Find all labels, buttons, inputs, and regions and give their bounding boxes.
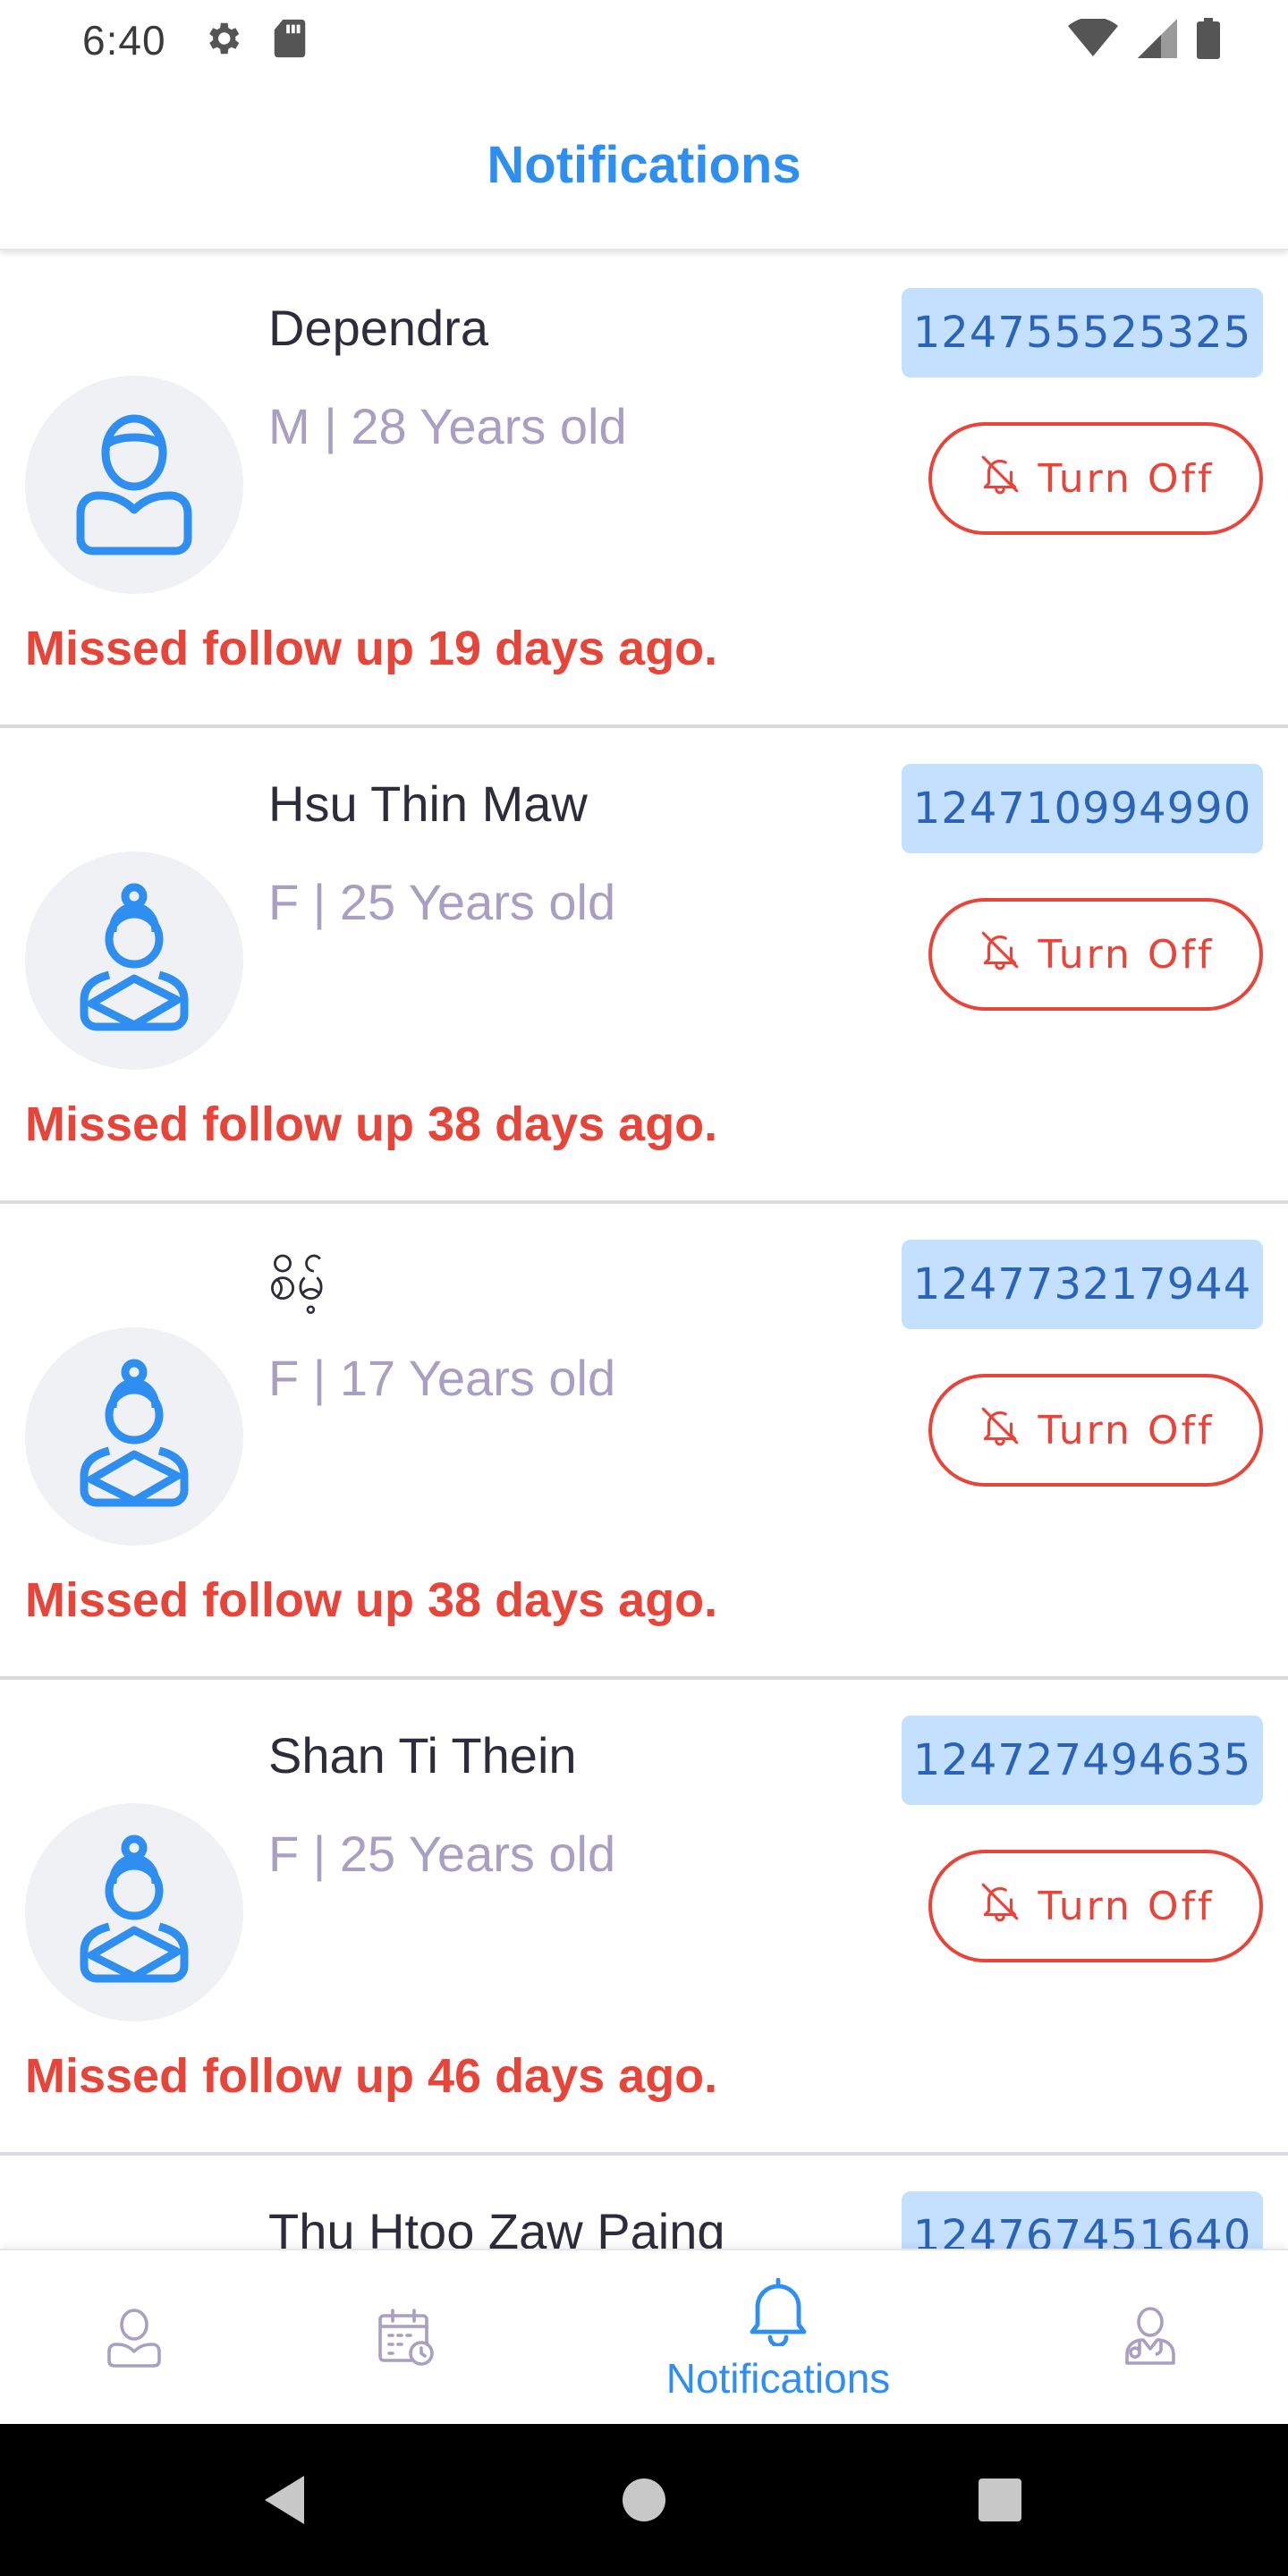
patients-icon — [106, 2305, 163, 2372]
patient-id-badge: 124755525325 — [902, 288, 1263, 377]
app-bar: Notifications — [0, 80, 1288, 250]
calendar-icon — [375, 2305, 437, 2372]
patient-id-badge: 124727494635 — [902, 1716, 1263, 1805]
notification-card[interactable]: စိမ့် F | 17 Years old 124773217944 Turn… — [0, 1204, 1288, 1680]
notification-list[interactable]: Dependra M | 28 Years old 124755525325 T… — [0, 252, 1288, 2249]
notification-card[interactable]: Hsu Thin Maw F | 25 Years old 1247109949… — [0, 728, 1288, 1204]
male-patient-icon — [25, 376, 243, 594]
notification-card[interactable]: Dependra M | 28 Years old 124755525325 T… — [0, 252, 1288, 728]
female-patient-icon — [25, 852, 243, 1070]
female-patient-icon — [25, 1327, 243, 1546]
notification-card[interactable]: Thu Htoo Zaw Paing 124767451640 — [0, 2156, 1288, 2249]
missed-follow-up-text: Missed follow up 19 days ago. — [25, 622, 718, 675]
doctor-icon — [1120, 2304, 1181, 2373]
patient-info: F | 25 Years old — [268, 1826, 616, 1882]
patient-name: Hsu Thin Maw — [268, 775, 588, 832]
status-time: 6:40 — [82, 17, 166, 64]
gear-icon — [202, 18, 243, 64]
notifications-screen: 6:40 Notifications Dependra M | 28 Years… — [0, 0, 1288, 2576]
patient-id-badge: 124767451640 — [902, 2191, 1263, 2249]
sd-card-icon — [272, 18, 308, 64]
system-nav-bar — [0, 2424, 1288, 2576]
bell-icon — [743, 2275, 813, 2351]
patient-name: Shan Ti Thein — [268, 1727, 577, 1784]
bell-off-icon — [978, 928, 1022, 982]
patient-info: F | 17 Years old — [268, 1350, 616, 1406]
turn-off-label: Turn Off — [1038, 1883, 1215, 1929]
patient-name: Thu Htoo Zaw Paing — [268, 2203, 725, 2249]
battery-icon — [1197, 17, 1220, 64]
patient-name: စိမ့် — [268, 1253, 326, 1309]
turn-off-label: Turn Off — [1038, 1407, 1215, 1453]
nav-doctor[interactable] — [1097, 2250, 1204, 2426]
nav-notifications-label: Notifications — [665, 2354, 891, 2402]
back-icon[interactable] — [233, 2424, 340, 2576]
patient-info: F | 25 Years old — [268, 874, 616, 930]
bottom-nav: Notifications — [0, 2249, 1288, 2424]
female-patient-icon — [25, 1803, 243, 2021]
bell-off-icon — [978, 1879, 1022, 1934]
wifi-icon — [1068, 16, 1118, 63]
patient-id-badge: 124710994990 — [902, 764, 1263, 853]
nav-calendar[interactable] — [352, 2250, 460, 2426]
turn-off-button[interactable]: Turn Off — [928, 898, 1263, 1011]
missed-follow-up-text: Missed follow up 46 days ago. — [25, 2049, 718, 2103]
missed-follow-up-text: Missed follow up 38 days ago. — [25, 1097, 718, 1151]
turn-off-button[interactable]: Turn Off — [928, 422, 1263, 535]
signal-icon — [1138, 18, 1177, 63]
nav-notifications[interactable]: Notifications — [644, 2250, 912, 2426]
status-bar: 6:40 — [0, 0, 1288, 80]
patient-name: Dependra — [268, 300, 488, 356]
bell-off-icon — [978, 1403, 1022, 1458]
turn-off-button[interactable]: Turn Off — [928, 1374, 1263, 1487]
missed-follow-up-text: Missed follow up 38 days ago. — [25, 1573, 718, 1627]
notification-card[interactable]: Shan Ti Thein F | 25 Years old 124727494… — [0, 1680, 1288, 2156]
page-title: Notifications — [487, 135, 801, 194]
turn-off-label: Turn Off — [1038, 455, 1215, 502]
patient-info: M | 28 Years old — [268, 398, 627, 454]
nav-patients[interactable] — [80, 2250, 188, 2426]
turn-off-button[interactable]: Turn Off — [928, 1850, 1263, 1962]
recents-icon[interactable] — [946, 2424, 1054, 2576]
bell-off-icon — [978, 452, 1022, 506]
home-icon[interactable] — [590, 2424, 698, 2576]
patient-id-badge: 124773217944 — [902, 1240, 1263, 1329]
turn-off-label: Turn Off — [1038, 931, 1215, 978]
